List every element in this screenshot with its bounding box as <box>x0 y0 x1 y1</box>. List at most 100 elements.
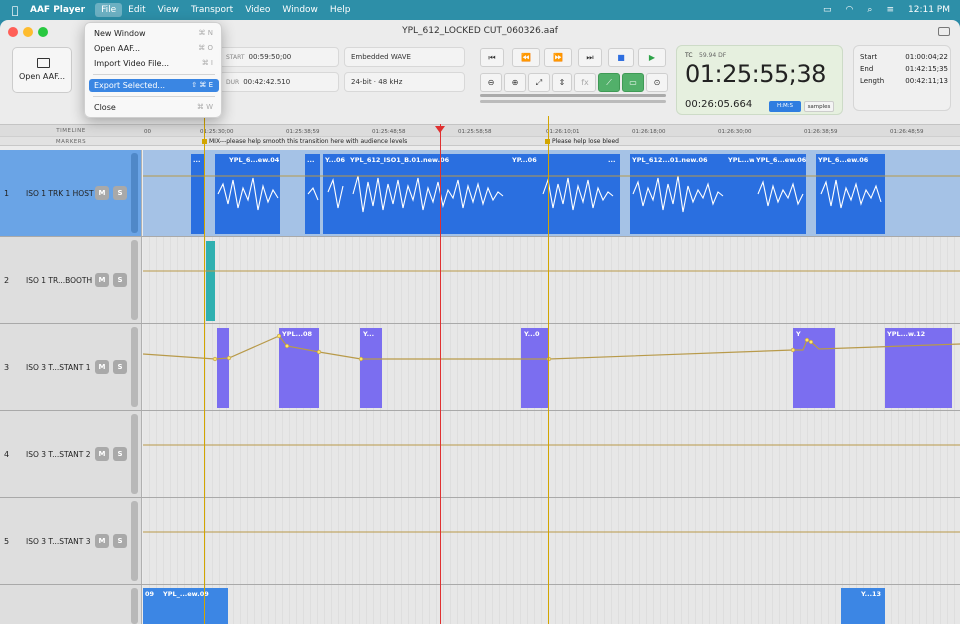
timecode-label: TC <box>685 52 693 59</box>
stop-button[interactable]: ■ <box>608 48 634 67</box>
scrub-bar[interactable] <box>480 94 666 97</box>
open-aaf-button[interactable]: Open AAF... <box>12 47 72 93</box>
track-volume-slider[interactable] <box>131 327 138 407</box>
track-header[interactable]: 1 ISO 1 TRK 1 HOST M S <box>0 150 142 236</box>
zoom-in-icon[interactable]: ⊕ <box>504 73 526 92</box>
track-6[interactable]: 09 YPL_...ew.09 Y...13 <box>0 585 960 624</box>
marker-mix[interactable]: MIX---please help smooth this transition… <box>202 138 407 145</box>
solo-button[interactable]: S <box>113 273 127 287</box>
track-number: 5 <box>4 537 10 546</box>
scrub-bar-secondary[interactable] <box>480 100 666 103</box>
track-volume-slider[interactable] <box>131 153 138 233</box>
mute-button[interactable]: M <box>95 186 109 200</box>
clip-label: Y...13 <box>861 590 882 598</box>
track-header[interactable]: 4 ISO 3 T...STANT 2 M S <box>0 411 142 497</box>
start-field: START 00:59:50;00 <box>219 47 339 67</box>
track-lane[interactable] <box>143 237 960 323</box>
range-end-label: End <box>860 65 874 73</box>
track-number: 1 <box>4 189 10 198</box>
menu-edit[interactable]: Edit <box>122 3 151 17</box>
menu-item-new-window[interactable]: New Window ⌘ N <box>89 27 219 40</box>
skip-start-button[interactable]: ⏮ <box>480 48 504 67</box>
menu-file[interactable]: File <box>95 3 123 17</box>
target-icon[interactable]: ⊙ <box>646 73 668 92</box>
track-header[interactable]: 3 ISO 3 T...STANT 1 M S <box>0 324 142 410</box>
menu-view[interactable]: View <box>152 3 185 17</box>
mute-button[interactable]: M <box>95 360 109 374</box>
automation-button[interactable]: ⟋ <box>598 73 620 92</box>
ruler-tick: 01:26:30;00 <box>718 129 752 135</box>
apple-icon[interactable]:  <box>0 4 30 17</box>
menu-item-import-video[interactable]: Import Video File... ⌘ I <box>89 57 219 70</box>
track-lane[interactable]: YPL...08 Y... Y...0 Y YPL...w.12 <box>143 324 960 410</box>
start-label: START <box>226 54 245 61</box>
video-monitor-button[interactable]: ▭ <box>622 73 644 92</box>
samples-mode-button[interactable]: samples <box>804 101 834 112</box>
search-icon[interactable]: ⌕ <box>867 5 872 15</box>
control-center-icon[interactable]: ≡ <box>886 5 894 15</box>
track-lane[interactable] <box>143 411 960 497</box>
solo-button[interactable]: S <box>113 360 127 374</box>
track-header[interactable]: 5 ISO 3 T...STANT 3 M S <box>0 498 142 584</box>
menu-item-close[interactable]: Close ⌘ W <box>89 101 219 114</box>
wifi-icon[interactable]: ◠ <box>846 5 854 15</box>
ruler-tick: 01:26:18;00 <box>632 129 666 135</box>
menu-video[interactable]: Video <box>239 3 276 17</box>
audio-clip[interactable]: 09 <box>143 588 155 624</box>
menu-transport[interactable]: Transport <box>185 3 239 17</box>
screen-icon[interactable]: ▭ <box>823 5 832 15</box>
mute-button[interactable]: M <box>95 534 109 548</box>
menu-window[interactable]: Window <box>276 3 324 17</box>
timecode-sub: 00:26:05.664 <box>685 99 753 110</box>
menu-bar:  AAF Player File Edit View Transport Vi… <box>0 0 960 20</box>
track-5[interactable]: 5 ISO 3 T...STANT 3 M S <box>0 498 960 585</box>
track-volume-slider[interactable] <box>131 240 138 320</box>
rewind-button[interactable]: ⏪ <box>512 48 540 67</box>
format-field: Embedded WAVE <box>344 47 465 67</box>
track-lane[interactable]: 09 YPL_...ew.09 Y...13 <box>143 585 960 624</box>
solo-button[interactable]: S <box>113 186 127 200</box>
track-1[interactable]: 1 ISO 1 TRK 1 HOST M S ... YPL_6...ew.04… <box>0 150 960 237</box>
sidebar-toggle-icon[interactable] <box>938 27 950 36</box>
audio-clip[interactable]: YPL_...ew.09 <box>155 588 228 624</box>
clock[interactable]: 12:11 PM <box>908 5 950 15</box>
fast-forward-button[interactable]: ⏩ <box>544 48 572 67</box>
marker-mix-text: MIX---please help smooth this transition… <box>209 138 408 145</box>
menu-item-shortcut: ⌘ I <box>201 59 213 67</box>
track-lane[interactable]: ... YPL_6...ew.04 ... Y...06 YPL_612_ISO… <box>143 150 960 236</box>
solo-button[interactable]: S <box>113 534 127 548</box>
marker-line-bleed <box>548 116 549 624</box>
timeline-ruler[interactable]: TIMELINE 00 01:25:30;00 01:25:38;59 01:2… <box>0 124 960 136</box>
fx-button[interactable]: fx <box>574 73 596 92</box>
track-3[interactable]: 3 ISO 3 T...STANT 1 M S YPL...08 Y... Y.… <box>0 324 960 411</box>
ruler-tick: 01:26:10;01 <box>546 129 580 135</box>
playhead-handle[interactable] <box>435 126 445 133</box>
playhead[interactable] <box>440 124 441 624</box>
track-header[interactable]: 2 ISO 1 TR...BOOTH M S <box>0 237 142 323</box>
track-volume-slider[interactable] <box>131 501 138 581</box>
mute-button[interactable]: M <box>95 273 109 287</box>
menu-item-label: New Window <box>94 29 146 38</box>
menu-help[interactable]: Help <box>324 3 357 17</box>
track-4[interactable]: 4 ISO 3 T...STANT 2 M S <box>0 411 960 498</box>
track-lane[interactable] <box>143 498 960 584</box>
track-number: 4 <box>4 450 10 459</box>
track-volume-slider[interactable] <box>131 588 138 624</box>
play-button[interactable]: ▶ <box>638 48 666 67</box>
duration-value: 00:42:42.510 <box>243 78 291 86</box>
mute-button[interactable]: M <box>95 447 109 461</box>
solo-button[interactable]: S <box>113 447 127 461</box>
skip-end-button[interactable]: ⏭ <box>578 48 602 67</box>
menu-item-open-aaf[interactable]: Open AAF... ⌘ O <box>89 42 219 55</box>
menu-item-export-selected[interactable]: Export Selected... ⇧ ⌘ E <box>89 79 219 92</box>
hms-mode-button[interactable]: H:M:S <box>769 101 801 112</box>
fit-icon[interactable]: ⤢ <box>528 73 550 92</box>
track-volume-slider[interactable] <box>131 414 138 494</box>
marker-bleed[interactable]: Please help lose bleed <box>545 138 619 145</box>
app-menu[interactable]: AAF Player <box>30 5 85 15</box>
vertical-zoom-icon[interactable]: ⇕ <box>552 73 572 92</box>
track-2[interactable]: 2 ISO 1 TR...BOOTH M S <box>0 237 960 324</box>
track-header[interactable] <box>0 585 142 624</box>
zoom-out-icon[interactable]: ⊖ <box>480 73 502 92</box>
audio-clip[interactable]: Y...13 <box>841 588 885 624</box>
